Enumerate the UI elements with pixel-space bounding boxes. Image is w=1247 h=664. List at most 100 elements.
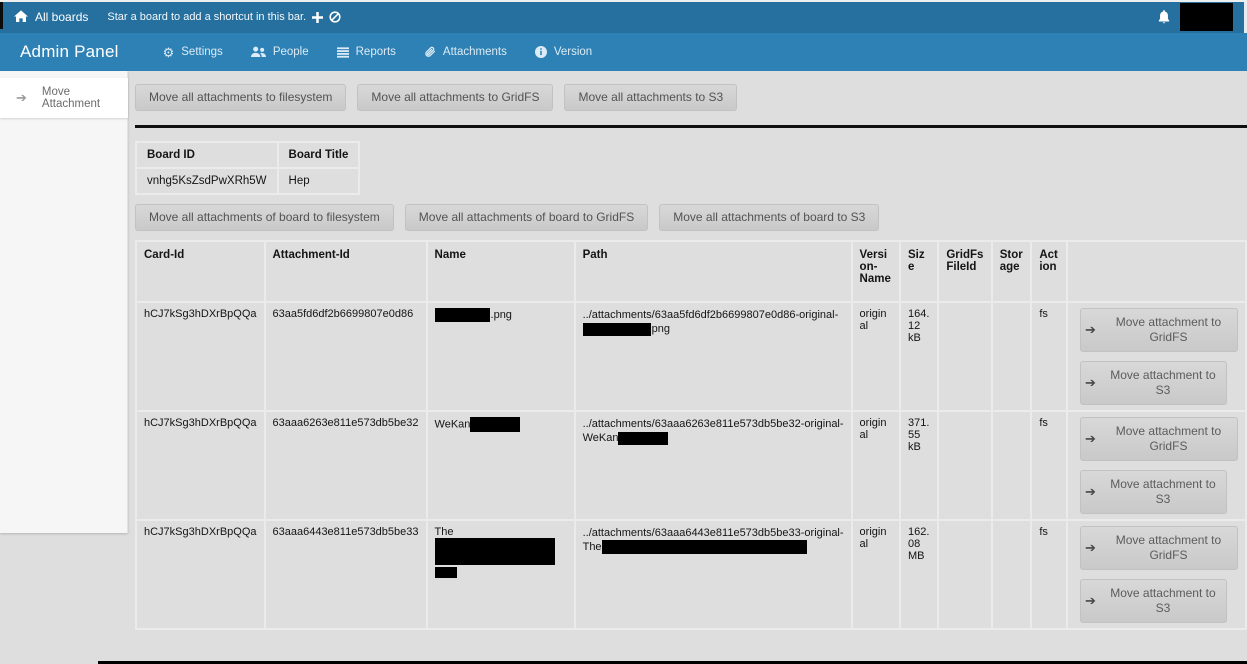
menu-item-reports[interactable]: Reports [337,46,396,58]
move-all-to-gridfs-button[interactable]: Move all attachments to GridFS [357,84,553,111]
arrow-right-icon: ➔ [1085,484,1096,500]
admin-sidebar: ➔ Move Attachment [0,71,128,533]
move-board-to-gridfs-button[interactable]: Move all attachments of board to GridFS [405,204,648,231]
board-table: Board ID Board Title vnhg5KsZsdPwXRh5W H… [135,141,360,195]
arrow-right-icon: ➔ [16,90,27,106]
top-bar: All boards Star a board to add a shortcu… [0,0,1247,33]
name-suffix: .png [491,309,512,321]
action-cell: fs [1031,302,1067,411]
board-row: vnhg5KsZsdPwXRh5W Hep [136,168,359,194]
redacted-user-menu[interactable] [1180,3,1233,31]
attachment-id-cell: 63aaa6263e811e573db5be32 [265,411,427,520]
button-label: Move attachment to GridFS [1104,315,1233,345]
storage-cell [992,520,1032,629]
action-cell: fs [1031,411,1067,520]
global-move-buttons: Move all attachments to filesystem Move … [135,84,1247,111]
card-id-cell: hCJ7kSg3hDXrBpQQa [136,302,265,411]
move-attachment-to-gridfs-button[interactable]: ➔Move attachment to GridFS [1080,526,1238,570]
move-board-to-filesystem-button[interactable]: Move all attachments of board to filesys… [135,204,394,231]
card-id-cell: hCJ7kSg3hDXrBpQQa [136,411,265,520]
info-icon [535,46,547,58]
menu-item-settings[interactable]: ⚙ Settings [163,46,223,59]
menu-label: Attachments [443,46,507,58]
move-attachment-to-s3-button[interactable]: ➔ Move attachment to S3 [1080,470,1227,514]
menu-item-version[interactable]: Version [535,46,592,58]
name-prefix: WeKan [435,418,471,430]
attachment-row: hCJ7kSg3hDXrBpQQa 63aa5fd6df2b6699807e0d… [136,302,1246,411]
move-attachment-to-s3-button[interactable]: ➔Move attachment to S3 [1080,579,1227,623]
sidebar-item-move-attachment[interactable]: ➔ Move Attachment [0,78,128,118]
storage-cell [992,302,1032,411]
attachment-id-cell: 63aa5fd6df2b6699807e0d86 [265,302,427,411]
move-all-to-filesystem-button[interactable]: Move all attachments to filesystem [135,84,346,111]
button-label: Move attachment to S3 [1104,477,1222,507]
board-title-header: Board Title [278,142,360,168]
path-line1: ../attachments/63aaa6263e811e573db5be32-… [583,417,844,431]
menu-item-attachments[interactable]: Attachments [424,46,507,58]
menu-label: Settings [181,46,223,58]
version-name-cell: original [852,520,900,629]
size-header: Size [900,241,938,302]
redacted-text [435,538,555,565]
menu-label: People [273,46,309,58]
attachment-id-header: Attachment-Id [265,241,427,302]
board-title-cell: Hep [278,168,360,194]
gridfsfileid-header: GridFsFileId [938,241,991,302]
row-actions-cell: ➔Move attachment to GridFS ➔ Move attachm… [1067,411,1246,520]
shortcut-hint-text: Star a board to add a shortcut in this b… [107,11,306,23]
gridfsfileid-cell [938,520,991,629]
buttons-header [1067,241,1246,302]
redacted-text [435,567,457,578]
page-title: Admin Panel [20,42,119,62]
version-name-cell: original [852,411,900,520]
ban-icon [329,11,341,23]
row-actions-cell: ➔Move attachment to GridFS ➔Move attachm… [1067,520,1246,629]
size-cell: 162.08 MB [900,520,938,629]
move-attachment-to-gridfs-button[interactable]: ➔Move attachment to GridFS [1080,417,1238,461]
window-top-edge [0,0,1247,2]
arrow-right-icon: ➔ [1085,375,1096,391]
name-prefix: The [435,526,454,538]
board-move-buttons: Move all attachments of board to filesys… [135,204,1247,231]
home-icon [14,10,28,23]
path-line2: WeKan [583,431,844,445]
path-line2: The [583,540,844,554]
row-actions-cell: ➔ Move attachment to GridFS ➔Move attachm… [1067,302,1246,411]
all-boards-link[interactable]: All boards [14,10,88,24]
size-cell: 371.55 kB [900,411,938,520]
version-name-cell: original [852,302,900,411]
path-suffix: png [652,323,670,335]
redacted-text [618,432,668,445]
move-attachment-to-s3-button[interactable]: ➔Move attachment to S3 [1080,361,1227,405]
move-attachment-to-gridfs-button[interactable]: ➔ Move attachment to GridFS [1080,308,1238,352]
all-boards-label: All boards [35,10,88,24]
menu-label: Reports [356,46,396,58]
attachments-table: Card-Id Attachment-Id Name Path Version-… [135,240,1247,630]
path-cell: ../attachments/63aa5fd6df2b6699807e0d86-… [575,302,852,411]
move-board-to-s3-button[interactable]: Move all attachments of board to S3 [659,204,879,231]
attachment-id-cell: 63aaa6443e811e573db5be33 [265,520,427,629]
gear-icon: ⚙ [163,46,175,59]
screen-edge-artifact [0,2,3,29]
action-header: Action [1031,241,1067,302]
plus-icon [312,12,323,23]
card-id-header: Card-Id [136,241,265,302]
path-prefix: The [583,541,602,553]
menu-label: Version [554,46,592,58]
main-content: Move all attachments to filesystem Move … [128,71,1247,630]
move-all-to-s3-button[interactable]: Move all attachments to S3 [564,84,737,111]
path-prefix: WeKan [583,432,619,444]
button-label: Move attachment to S3 [1104,586,1222,616]
menu-item-people[interactable]: People [251,46,309,58]
board-table-header-row: Board ID Board Title [136,142,359,168]
action-cell: fs [1031,520,1067,629]
redacted-text [435,308,490,322]
wekan-admin-panel: All boards Star a board to add a shortcu… [0,0,1247,664]
arrow-right-icon: ➔ [1085,322,1096,338]
gridfsfileid-cell [938,411,991,520]
gridfsfileid-cell [938,302,991,411]
attachments-header-row: Card-Id Attachment-Id Name Path Version-… [136,241,1246,302]
path-line1: ../attachments/63aaa6443e811e573db5be33-… [583,526,844,540]
notifications-bell-icon[interactable] [1158,10,1170,24]
attachment-row: hCJ7kSg3hDXrBpQQa 63aaa6443e811e573db5be… [136,520,1246,629]
